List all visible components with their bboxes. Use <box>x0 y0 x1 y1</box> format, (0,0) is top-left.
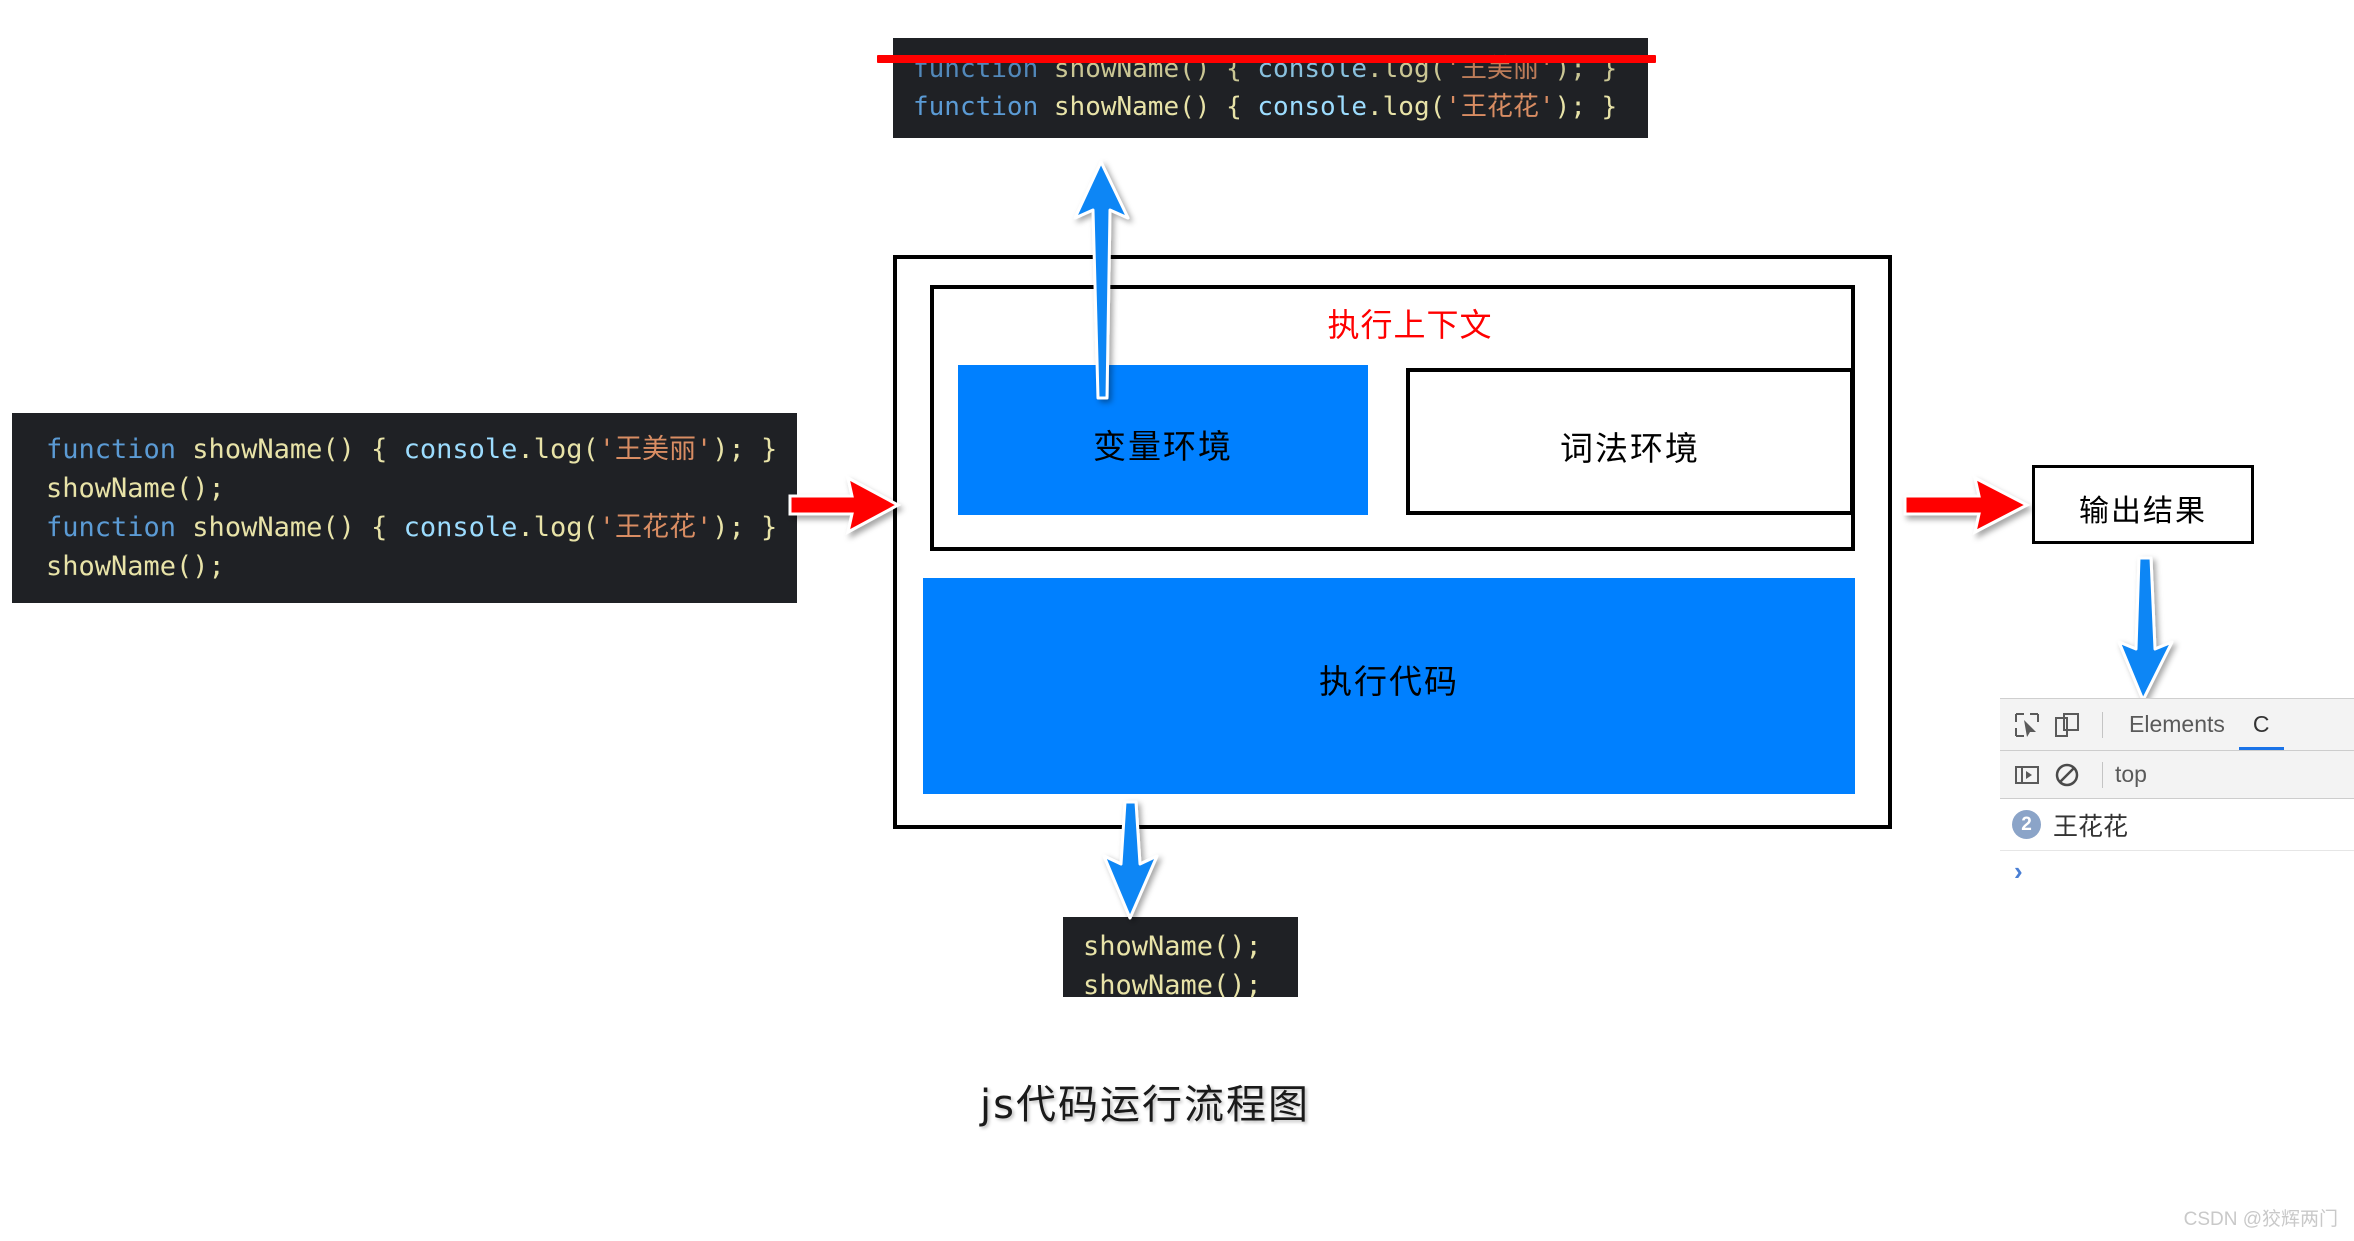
variable-environment-label: 变量环境 <box>1093 427 1233 466</box>
code-token: showName(); <box>46 551 225 582</box>
code-token: function <box>46 434 177 465</box>
code-token: showName(); <box>1083 931 1262 962</box>
console-message-text: 王花花 <box>2053 811 2129 841</box>
console-message-row: 2 王花花 <box>2000 799 2354 851</box>
code-line: function showName() { console.log('王美丽')… <box>46 430 797 469</box>
code-token: () { <box>322 512 404 543</box>
console-message-count-badge: 2 <box>2012 810 2041 839</box>
code-line: showName(); <box>46 547 797 586</box>
code-token: console <box>403 512 518 543</box>
code-token: () { <box>322 434 404 465</box>
code-token: '王花花' <box>1445 92 1555 122</box>
tab-console[interactable]: C <box>2238 699 2284 750</box>
source-code-block: function showName() { console.log('王美丽')… <box>12 413 797 603</box>
red-arrow-source-to-context <box>788 475 902 535</box>
code-line: function showName() { console.log('王花花')… <box>913 88 1648 126</box>
output-result-box: 输出结果 <box>2032 465 2254 544</box>
tab-elements[interactable]: Elements <box>2115 699 2239 750</box>
code-token: showName <box>1038 92 1180 122</box>
diagram-title: js代码运行流程图 <box>980 1082 1310 1128</box>
code-line: showName(); <box>46 469 797 508</box>
clear-console-icon[interactable] <box>2050 758 2084 792</box>
watermark: CSDN @狡辉两门 <box>2183 1209 2338 1230</box>
inspect-element-icon[interactable] <box>2010 708 2044 742</box>
variable-environment-box: 变量环境 <box>958 365 1368 515</box>
execution-context-title: 执行上下文 <box>1327 306 1493 344</box>
top-code-block: function showName() { console.log('王美丽')… <box>877 38 1656 138</box>
strikethrough-line <box>877 55 1656 63</box>
devtools-panel: Elements C top 2 王花花 › <box>2000 698 2354 888</box>
code-token: '王花花' <box>598 512 713 543</box>
code-token: ); } <box>712 434 778 465</box>
code-line: showName(); <box>1083 966 1298 1005</box>
devtools-toolbar: Elements C <box>2000 699 2354 751</box>
device-toolbar-icon[interactable] <box>2050 708 2084 742</box>
lexical-environment-label: 词法环境 <box>1560 429 1700 468</box>
console-sidebar-icon[interactable] <box>2010 758 2044 792</box>
code-line: showName(); <box>1083 927 1298 966</box>
code-token: showName <box>176 434 323 465</box>
devtools-console-toolbar: top <box>2000 751 2354 799</box>
code-token: function <box>913 92 1039 122</box>
lexical-environment-box: 词法环境 <box>1406 368 1854 515</box>
code-token: .log( <box>1366 92 1446 122</box>
code-token: console <box>1257 92 1367 122</box>
execution-code-box: 执行代码 <box>923 578 1855 794</box>
blue-arrow-execcode-to-bottomcode <box>1102 800 1159 920</box>
subbar-divider <box>2102 761 2103 788</box>
code-token: function <box>46 512 177 543</box>
toolbar-divider <box>2102 711 2103 738</box>
code-token: .log( <box>517 512 599 543</box>
console-prompt-chevron[interactable]: › <box>2000 851 2354 891</box>
code-token: ); } <box>712 512 778 543</box>
console-context-selector[interactable]: top <box>2115 761 2147 788</box>
output-result-label: 输出结果 <box>2079 494 2207 529</box>
red-arrow-context-to-output <box>1903 475 2031 535</box>
code-token: showName <box>176 512 323 543</box>
code-token: showName(); <box>1083 970 1262 1001</box>
code-token: () { <box>1179 92 1258 122</box>
code-token: showName(); <box>46 473 225 504</box>
blue-arrow-varenv-to-topcode <box>1073 160 1130 400</box>
code-token: '王美丽' <box>598 434 713 465</box>
execution-code-label: 执行代码 <box>1319 662 1459 701</box>
code-token: console <box>403 434 518 465</box>
code-line: function showName() { console.log('王花花')… <box>46 508 797 547</box>
blue-arrow-output-to-devtools <box>2117 556 2174 702</box>
code-token: ); } <box>1554 92 1618 122</box>
code-token: .log( <box>517 434 599 465</box>
bottom-code-block: showName(); showName(); <box>1063 917 1298 1001</box>
